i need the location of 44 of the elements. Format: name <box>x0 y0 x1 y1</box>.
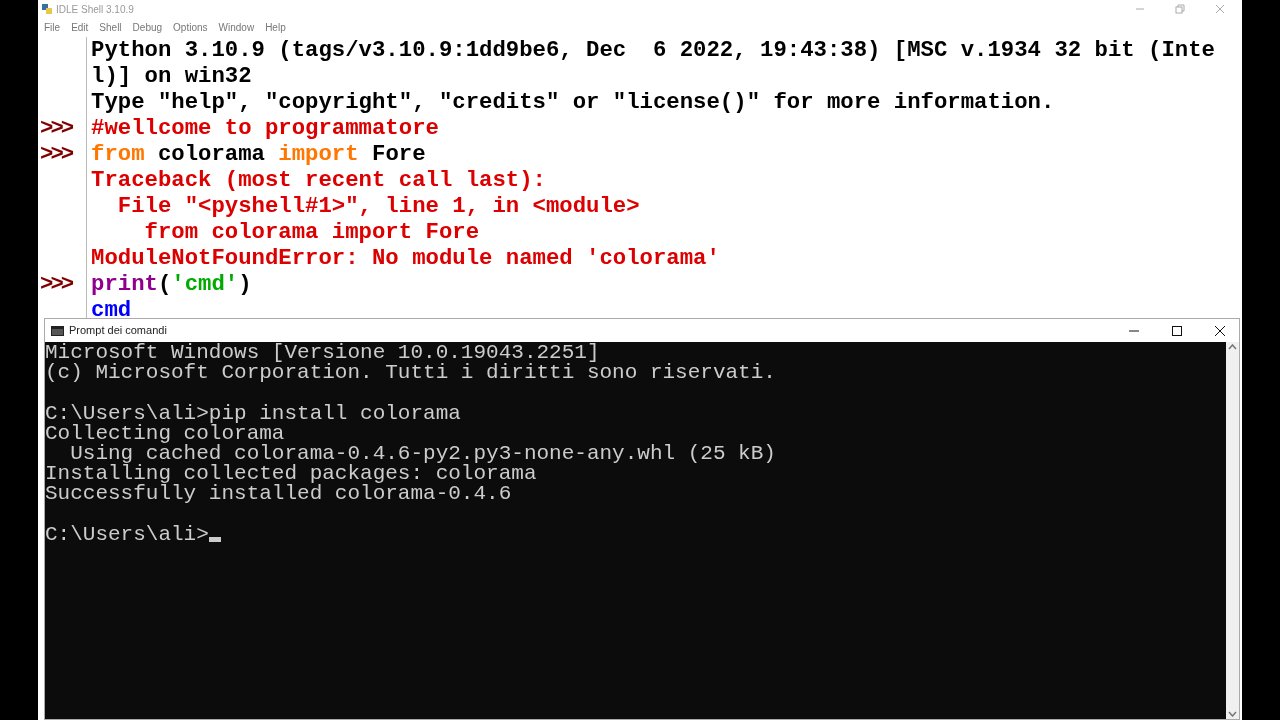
code-text: Fore <box>371 141 426 167</box>
code-text: from colorama import Fore <box>143 219 480 245</box>
code-text: ModuleNotFoundError: No module named 'colorama' <box>91 245 720 271</box>
window-title: IDLE Shell 3.10.9 <box>56 2 134 17</box>
code-text: ( <box>157 271 172 297</box>
code-text: colorama <box>156 141 266 167</box>
close-icon <box>1215 4 1225 14</box>
console-icon <box>51 325 64 336</box>
code-text: cmd <box>91 297 132 323</box>
console-text: (c) Microsoft Corporation. Tutti i diritti sono riservati. <box>45 363 776 384</box>
code-text: Traceback (most recent call last): <box>91 167 546 193</box>
python-icon <box>42 4 52 14</box>
maximize-icon <box>1172 325 1182 336</box>
code-text: 'cmd' <box>171 271 239 297</box>
menu-item[interactable]: Debug <box>132 19 163 35</box>
code-text: #wellcome to programmatore <box>91 115 439 141</box>
console-text: Using cached colorama-0.4.6-py2.py3-none-any.whl (25 kB) <box>70 443 776 465</box>
cursor <box>208 536 221 542</box>
menu-item[interactable]: File <box>44 19 61 35</box>
close-icon <box>1215 325 1225 336</box>
code-text: l)] on win32 <box>91 63 252 89</box>
restore-icon <box>1175 4 1185 14</box>
code-text: Type "help", "copyright", "credits" or "license()" for more information. <box>91 89 1055 115</box>
window-title: Prompt dei comandi <box>69 323 167 339</box>
menu-item[interactable]: Edit <box>71 19 89 35</box>
console-text: Collecting colorama <box>45 423 285 444</box>
menu-item[interactable]: Options <box>173 19 208 35</box>
console-text: C:\Users\ali>pip install colorama <box>45 403 461 424</box>
menu-item[interactable]: Help <box>265 19 286 35</box>
code-text: File "<pyshell#1>", line 1, in <module> <box>116 193 640 219</box>
menu-item[interactable]: Window <box>218 19 255 35</box>
code-text: import <box>278 141 359 167</box>
console-text: Microsoft Windows [Versione 10.0.19043.2251] <box>45 343 600 364</box>
code-text: Python 3.10.9 (tags/v3.10.9:1dd9be6, Dec 6 2022, 19:43:38) [MSC v.1934 32 bit (Inte <box>91 37 1215 63</box>
prompt: >>> <box>40 115 72 141</box>
code-text: print <box>91 271 158 297</box>
code-text: from <box>91 141 145 167</box>
menu-item[interactable]: Shell <box>99 19 122 35</box>
prompt: >>> <box>40 271 72 297</box>
console-text: Installing collected packages: colorama <box>45 464 537 485</box>
code-text: ) <box>238 271 252 297</box>
console-text: Successfully installed colorama-0.4.6 <box>45 484 512 505</box>
console-text: C:\Users\ali> <box>45 524 209 545</box>
prompt: >>> <box>40 141 72 167</box>
